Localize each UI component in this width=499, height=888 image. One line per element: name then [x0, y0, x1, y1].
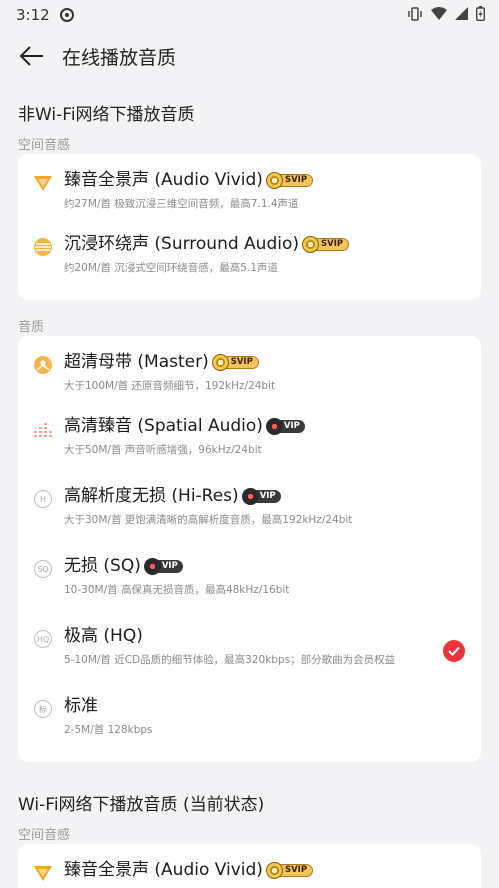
hi-res-icon: H — [32, 488, 54, 510]
vip-badge: VIP — [241, 487, 281, 505]
group-label-spatial: 空间音感 — [18, 138, 71, 153]
status-bar: 3:12 — [0, 0, 499, 30]
arrow-left-icon — [20, 46, 43, 66]
option-description: 大于100M/首 还原音频细节，192kHz/24bit — [64, 380, 276, 392]
svip-badge: SVIP — [302, 235, 350, 253]
option-hi-res[interactable]: H 高解析度无损 (Hi-Res) VIP 大于30M/首 更饱满清晰的高解析度… — [18, 476, 481, 546]
battery-icon — [476, 6, 485, 21]
sq-icon: SQ — [32, 558, 54, 580]
option-title: 臻音全景声 (Audio Vivid) — [64, 170, 263, 190]
option-surround-audio[interactable]: 沉浸环绕声 (Surround Audio) SVIP 约20M/首 沉浸式空间… — [18, 224, 481, 294]
section-title-mobile: 非Wi-Fi网络下播放音质 — [18, 105, 195, 125]
svip-badge: SVIP — [211, 353, 259, 371]
wifi-icon — [431, 7, 447, 20]
surround-audio-icon — [32, 236, 54, 258]
hq-icon: HQ — [32, 628, 54, 650]
option-sq[interactable]: SQ 无损 (SQ) VIP 10-30M/首 高保真无损音质，最高48kHz/… — [18, 546, 481, 616]
option-audio-vivid-wifi[interactable]: 臻音全景声 (Audio Vivid) SVIP — [18, 850, 481, 888]
option-title: 沉浸环绕声 (Surround Audio) — [64, 234, 300, 254]
wifi-spatial-options-card: 臻音全景声 (Audio Vivid) SVIP — [18, 844, 481, 888]
svip-badge: SVIP — [265, 171, 314, 189]
status-time: 3:12 — [16, 6, 50, 24]
option-spatial-audio[interactable]: 高清臻音 (Spatial Audio) VIP 大于50M/首 声音听感增强，… — [18, 406, 481, 476]
option-title: 标准 — [64, 696, 98, 716]
option-title: 臻音全景声 (Audio Vivid) — [64, 860, 263, 880]
svip-badge: SVIP — [265, 861, 314, 879]
group-label-spatial-wifi: 空间音感 — [18, 828, 71, 843]
section-title-wifi: Wi-Fi网络下播放音质 (当前状态) — [18, 795, 265, 815]
option-description: 大于50M/首 声音听感增强，96kHz/24bit — [64, 444, 262, 456]
option-hq[interactable]: HQ 极高 (HQ) 5-10M/首 近CD品质的细节体验，最高320kbps；… — [18, 616, 481, 686]
vibrate-icon — [408, 6, 422, 21]
option-title: 超清母带 (Master) — [64, 352, 209, 372]
option-title: 高解析度无损 (Hi-Res) — [64, 486, 239, 506]
quality-options-card: 超清母带 (Master) SVIP 大于100M/首 还原音频细节，192kH… — [18, 336, 481, 762]
vip-badge: VIP — [143, 557, 183, 575]
audio-vivid-icon — [32, 172, 54, 194]
option-description: 约27M/首 极致沉浸三维空间音频，最高7.1.4声道 — [64, 198, 299, 210]
option-description: 10-30M/首 高保真无损音质，最高48kHz/16bit — [64, 584, 290, 596]
option-title: 高清臻音 (Spatial Audio) — [64, 416, 263, 436]
option-title: 无损 (SQ) — [64, 556, 141, 576]
option-description: 5-10M/首 近CD品质的细节体验，最高320kbps；部分歌曲为会员权益 — [64, 654, 396, 666]
option-title: 极高 (HQ) — [64, 626, 143, 646]
selected-check-icon — [443, 640, 465, 662]
option-description: 约20M/首 沉浸式空间环绕音感，最高5.1声道 — [64, 262, 278, 274]
master-icon — [32, 354, 54, 376]
signal-icon — [455, 7, 468, 20]
app-notification-icon — [59, 8, 74, 22]
option-standard[interactable]: 标 标准 2-5M/首 128kbps — [18, 686, 481, 756]
vip-badge: VIP — [265, 417, 305, 435]
settings-content: 非Wi-Fi网络下播放音质 空间音感 臻音全景声 (Audio Vivid) S… — [0, 84, 499, 888]
back-button[interactable] — [16, 40, 48, 72]
group-label-quality: 音质 — [18, 320, 45, 335]
status-icons — [407, 6, 485, 21]
option-description: 2-5M/首 128kbps — [64, 724, 153, 736]
option-description: 大于30M/首 更饱满清晰的高解析度音质，最高192kHz/24bit — [64, 514, 353, 526]
option-master[interactable]: 超清母带 (Master) SVIP 大于100M/首 还原音频细节，192kH… — [18, 342, 481, 406]
spatial-options-card: 臻音全景声 (Audio Vivid) SVIP 约27M/首 极致沉浸三维空间… — [18, 154, 481, 300]
standard-icon: 标 — [32, 698, 54, 720]
equalizer-icon — [32, 418, 54, 440]
page-title: 在线播放音质 — [62, 46, 177, 69]
app-header: 在线播放音质 — [0, 30, 499, 82]
audio-vivid-icon — [32, 862, 54, 884]
option-audio-vivid[interactable]: 臻音全景声 (Audio Vivid) SVIP 约27M/首 极致沉浸三维空间… — [18, 160, 481, 224]
